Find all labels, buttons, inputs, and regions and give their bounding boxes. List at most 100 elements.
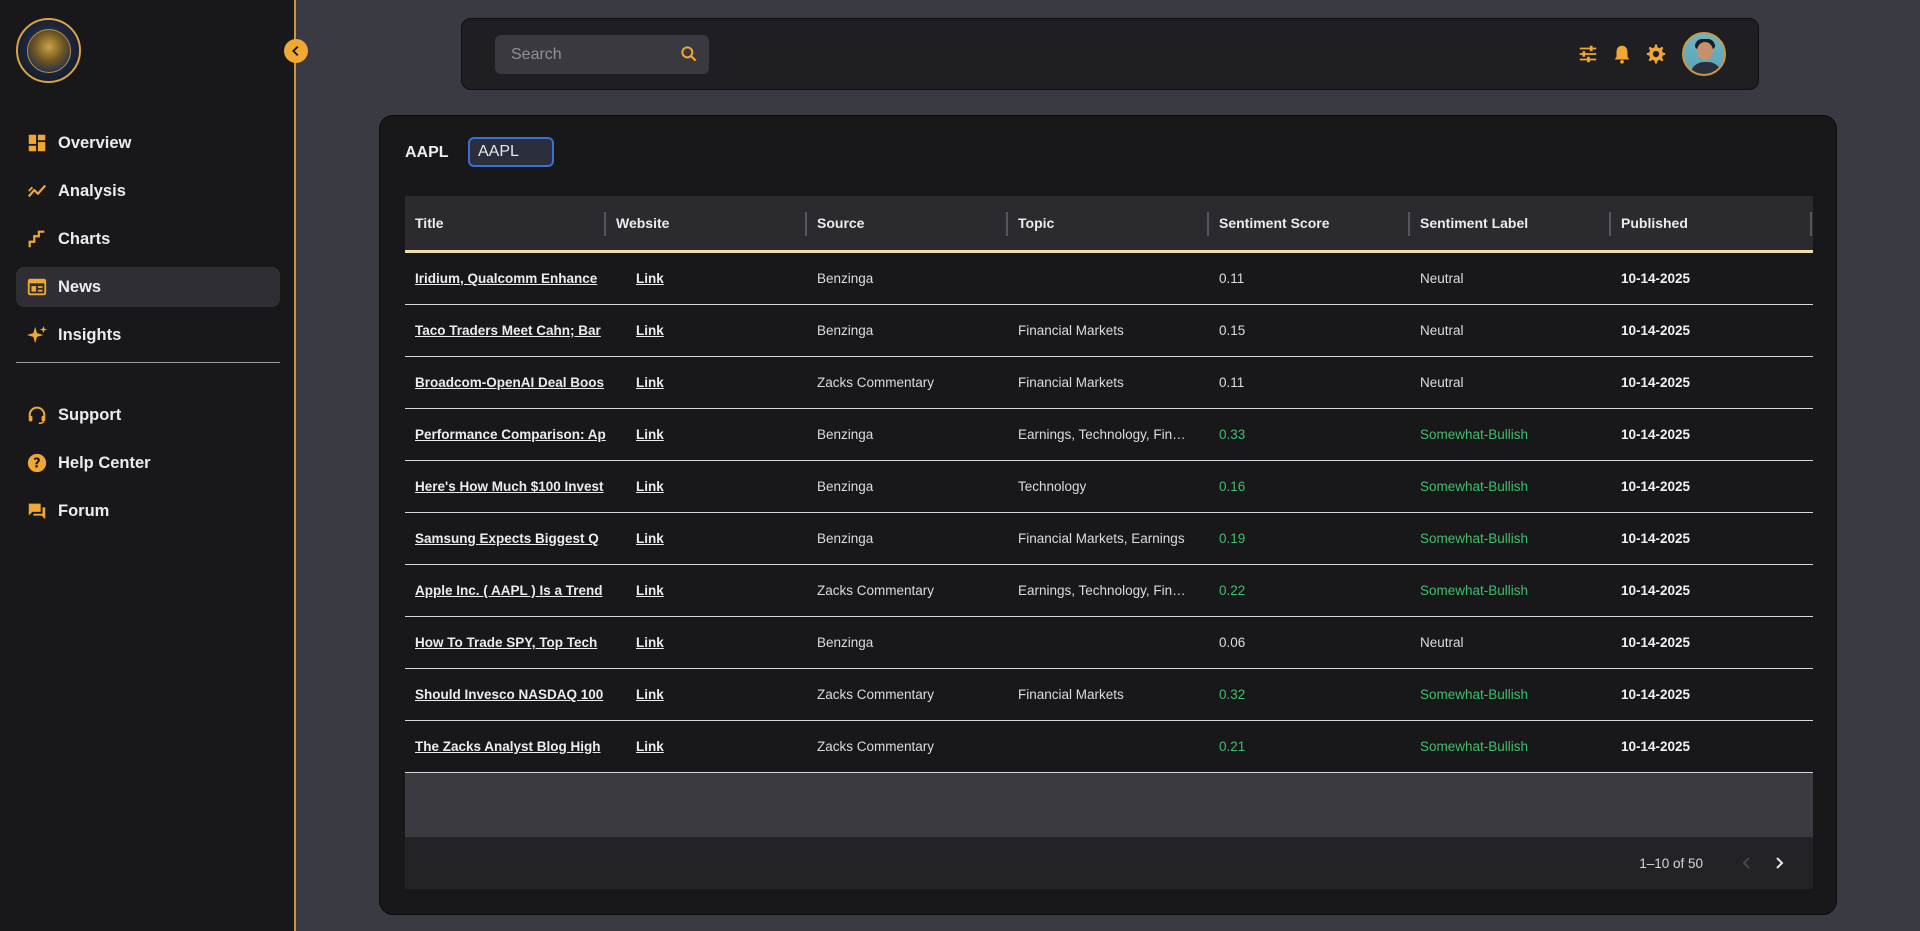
bell-icon[interactable] bbox=[1610, 42, 1634, 66]
sidebar-item-help-center[interactable]: ? Help Center bbox=[16, 443, 280, 483]
source-cell: Zacks Commentary bbox=[817, 583, 935, 598]
sidebar-item-analysis[interactable]: Analysis bbox=[16, 171, 280, 211]
column-header-sentiment-label[interactable]: Sentiment Label bbox=[1410, 196, 1611, 250]
table-row[interactable]: Iridium, Qualcomm Enhance Link Benzinga … bbox=[405, 253, 1813, 305]
trend-line-icon bbox=[26, 180, 48, 202]
previous-page-button[interactable] bbox=[1731, 847, 1763, 879]
column-header-title[interactable]: Title bbox=[405, 196, 606, 250]
table-row[interactable]: How To Trade SPY, Top Tech Link Benzinga… bbox=[405, 617, 1813, 669]
website-link[interactable]: Link bbox=[606, 531, 807, 546]
brand-logo[interactable] bbox=[16, 18, 81, 83]
article-title-link[interactable]: How To Trade SPY, Top Tech bbox=[405, 635, 606, 650]
published-cell: 10-14-2025 bbox=[1621, 739, 1691, 754]
top-bar bbox=[461, 18, 1759, 90]
column-header-website[interactable]: Website bbox=[606, 196, 807, 250]
article-title-link[interactable]: Apple Inc. ( AAPL ) Is a Trend bbox=[405, 583, 606, 598]
website-link[interactable]: Link bbox=[606, 583, 807, 598]
sidebar-item-charts[interactable]: Charts bbox=[16, 219, 280, 259]
sparkle-icon bbox=[26, 324, 48, 346]
article-title-link[interactable]: Iridium, Qualcomm Enhance bbox=[405, 271, 606, 286]
sidebar-collapse-button[interactable] bbox=[284, 39, 308, 63]
article-title-link[interactable]: Taco Traders Meet Cahn; Bar bbox=[405, 323, 606, 338]
article-title-link[interactable]: Broadcom-OpenAI Deal Boos bbox=[405, 375, 606, 390]
website-link[interactable]: Link bbox=[606, 323, 807, 338]
topic-cell: Earnings, Technology, Fin… bbox=[1018, 427, 1186, 442]
topic-cell: Financial Markets bbox=[1018, 323, 1124, 338]
source-cell: Zacks Commentary bbox=[817, 739, 935, 754]
published-cell: 10-14-2025 bbox=[1621, 531, 1691, 546]
table-empty-area bbox=[405, 773, 1813, 837]
website-link[interactable]: Link bbox=[606, 427, 807, 442]
sidebar-item-news[interactable]: News bbox=[16, 267, 280, 307]
published-cell: 10-14-2025 bbox=[1621, 635, 1691, 650]
column-header-published[interactable]: Published bbox=[1611, 196, 1812, 250]
search-input[interactable] bbox=[511, 45, 671, 64]
sidebar-item-label: Support bbox=[58, 405, 122, 424]
next-page-button[interactable] bbox=[1763, 847, 1795, 879]
website-link[interactable]: Link bbox=[606, 479, 807, 494]
sentiment-label-cell: Neutral bbox=[1420, 635, 1464, 650]
article-title-link[interactable]: Here's How Much $100 Invest bbox=[405, 479, 606, 494]
filter-sliders-icon[interactable] bbox=[1576, 42, 1600, 66]
published-cell: 10-14-2025 bbox=[1621, 479, 1691, 494]
sentiment-label-cell: Somewhat-Bullish bbox=[1420, 427, 1529, 442]
sentiment-label-cell: Somewhat-Bullish bbox=[1420, 583, 1529, 598]
table-pagination: 1–10 of 50 bbox=[405, 837, 1813, 889]
source-cell: Benzinga bbox=[817, 427, 874, 442]
sidebar-item-insights[interactable]: Insights bbox=[16, 315, 280, 355]
column-header-topic[interactable]: Topic bbox=[1008, 196, 1209, 250]
column-separator[interactable] bbox=[1810, 212, 1812, 236]
sidebar: Overview Analysis Charts News Insights S… bbox=[0, 0, 296, 931]
sentiment-score-cell: 0.21 bbox=[1219, 739, 1246, 754]
ticker-input[interactable] bbox=[468, 137, 554, 167]
sentiment-label-cell: Neutral bbox=[1420, 323, 1464, 338]
sidebar-item-label: News bbox=[58, 277, 102, 296]
avatar[interactable] bbox=[1682, 32, 1726, 76]
bar-chart-icon bbox=[26, 228, 48, 250]
website-link[interactable]: Link bbox=[606, 739, 807, 754]
table-row[interactable]: Apple Inc. ( AAPL ) Is a Trend Link Zack… bbox=[405, 565, 1813, 617]
sidebar-item-forum[interactable]: Forum bbox=[16, 491, 280, 531]
website-link[interactable]: Link bbox=[606, 687, 807, 702]
sentiment-label-cell: Neutral bbox=[1420, 271, 1464, 286]
website-link[interactable]: Link bbox=[606, 635, 807, 650]
table-row[interactable]: Here's How Much $100 Invest Link Benzing… bbox=[405, 461, 1813, 513]
article-title-link[interactable]: Should Invesco NASDAQ 100 bbox=[405, 687, 606, 702]
table-row[interactable]: Taco Traders Meet Cahn; Bar Link Benzing… bbox=[405, 305, 1813, 357]
sidebar-item-overview[interactable]: Overview bbox=[16, 123, 280, 163]
sentiment-label-cell: Somewhat-Bullish bbox=[1420, 531, 1529, 546]
sentiment-score-cell: 0.11 bbox=[1219, 375, 1245, 390]
sentiment-label-cell: Neutral bbox=[1420, 375, 1464, 390]
table-row[interactable]: The Zacks Analyst Blog High Link Zacks C… bbox=[405, 721, 1813, 773]
sentiment-score-cell: 0.22 bbox=[1219, 583, 1246, 598]
sidebar-item-label: Help Center bbox=[58, 453, 151, 472]
article-title-link[interactable]: Samsung Expects Biggest Q bbox=[405, 531, 606, 546]
published-cell: 10-14-2025 bbox=[1621, 271, 1691, 286]
website-link[interactable]: Link bbox=[606, 375, 807, 390]
sidebar-item-support[interactable]: Support bbox=[16, 395, 280, 435]
source-cell: Benzinga bbox=[817, 323, 874, 338]
sidebar-item-label: Overview bbox=[58, 133, 132, 152]
pagination-count: 1–10 of 50 bbox=[1639, 855, 1703, 871]
topic-cell: Earnings, Technology, Fin… bbox=[1018, 583, 1186, 598]
table-row[interactable]: Samsung Expects Biggest Q Link Benzinga … bbox=[405, 513, 1813, 565]
table-row[interactable]: Performance Comparison: Ap Link Benzinga… bbox=[405, 409, 1813, 461]
ticker-label: AAPL bbox=[405, 144, 449, 161]
article-title-link[interactable]: Performance Comparison: Ap bbox=[405, 427, 606, 442]
sentiment-label-cell: Somewhat-Bullish bbox=[1420, 479, 1529, 494]
column-header-sentiment-score[interactable]: Sentiment Score bbox=[1209, 196, 1410, 250]
column-header-source[interactable]: Source bbox=[807, 196, 1008, 250]
search-box bbox=[495, 35, 709, 74]
topic-cell: Financial Markets bbox=[1018, 375, 1124, 390]
search-icon[interactable] bbox=[679, 44, 699, 64]
news-panel: AAPL Title Website Source Topic Sentimen… bbox=[379, 115, 1837, 915]
sidebar-item-label: Analysis bbox=[58, 181, 126, 200]
source-cell: Benzinga bbox=[817, 635, 874, 650]
website-link[interactable]: Link bbox=[606, 271, 807, 286]
topic-cell: Financial Markets bbox=[1018, 687, 1124, 702]
table-row[interactable]: Broadcom-OpenAI Deal Boos Link Zacks Com… bbox=[405, 357, 1813, 409]
table-row[interactable]: Should Invesco NASDAQ 100 Link Zacks Com… bbox=[405, 669, 1813, 721]
gear-icon[interactable] bbox=[1644, 42, 1668, 66]
article-title-link[interactable]: The Zacks Analyst Blog High bbox=[405, 739, 606, 754]
sentiment-score-cell: 0.11 bbox=[1219, 271, 1245, 286]
